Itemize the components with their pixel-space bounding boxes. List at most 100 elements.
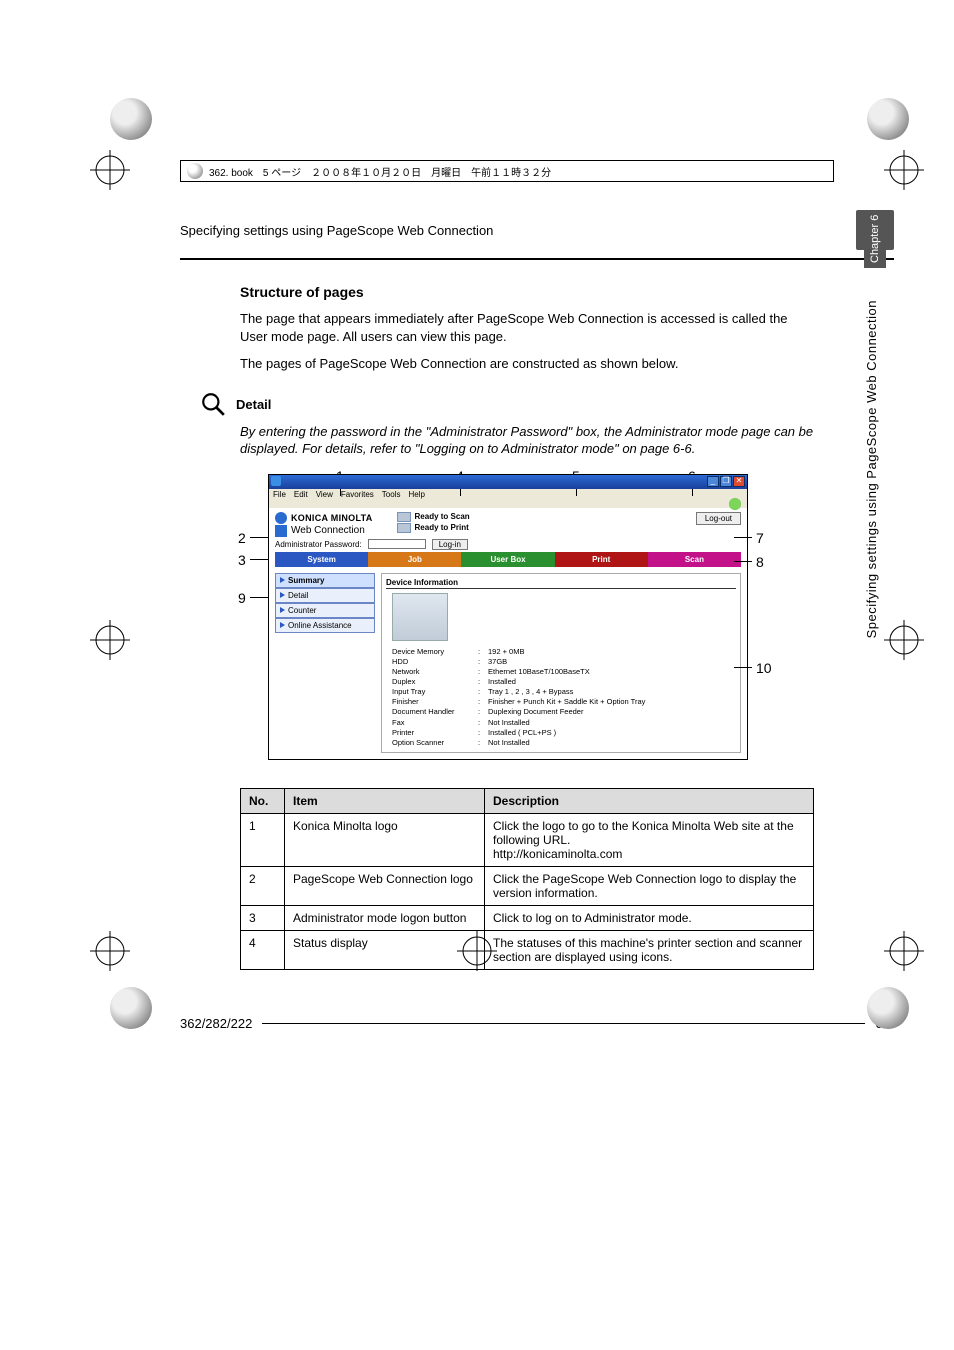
spec-sep: : xyxy=(478,687,488,697)
menu-item[interactable]: File xyxy=(273,490,286,499)
spec-key: Finisher xyxy=(392,697,478,707)
menu-item[interactable]: Tools xyxy=(382,490,401,499)
spec-value: Ethernet 10BaseT/100BaseTX xyxy=(488,667,590,677)
side-item-summary[interactable]: Summary xyxy=(275,573,375,588)
minimize-button[interactable]: _ xyxy=(707,476,719,487)
device-image xyxy=(392,593,448,641)
callout-leader xyxy=(734,561,752,562)
register-mark-icon xyxy=(884,931,924,971)
km-globe-icon xyxy=(275,512,287,524)
admin-password-input[interactable] xyxy=(368,539,426,549)
spec-key: Duplex xyxy=(392,677,478,687)
menu-item[interactable]: View xyxy=(316,490,333,499)
konica-minolta-logo[interactable]: KONICA MINOLTA xyxy=(275,512,373,524)
detail-body: By entering the password in the "Adminis… xyxy=(240,423,814,458)
tab-scan[interactable]: Scan xyxy=(648,552,741,567)
spec-sep: : xyxy=(478,707,488,717)
status-display: Ready to Scan Ready to Print xyxy=(397,512,470,533)
side-item-label: Detail xyxy=(288,591,308,600)
menu-item[interactable]: Help xyxy=(408,490,424,499)
menu-item[interactable]: Edit xyxy=(294,490,308,499)
callout-number: 3 xyxy=(238,552,246,568)
col-item: Item xyxy=(285,788,485,813)
side-item-label: Summary xyxy=(288,576,324,585)
print-gem-icon xyxy=(867,98,909,140)
book-meta-bar: 362. book 5 ページ ２００８年１０月２０日 月曜日 午前１１時３２分 xyxy=(180,160,834,182)
tab-system[interactable]: System xyxy=(275,552,368,567)
spec-row: Network:Ethernet 10BaseT/100BaseTX xyxy=(392,667,736,677)
spec-key: Device Memory xyxy=(392,647,478,657)
callout-number: 2 xyxy=(238,530,246,546)
pagescope-icon xyxy=(275,525,287,537)
go-icon[interactable] xyxy=(729,498,741,510)
maximize-button[interactable]: ❐ xyxy=(720,476,732,487)
scanner-icon xyxy=(397,512,411,522)
close-button[interactable]: ✕ xyxy=(733,476,745,487)
triangle-icon xyxy=(280,592,285,598)
cell-no: 3 xyxy=(241,905,285,930)
cell-desc: The statuses of this machine's printer s… xyxy=(485,930,814,969)
spec-row: Fax:Not Installed xyxy=(392,718,736,728)
callout-number: 10 xyxy=(756,660,772,676)
logout-button[interactable]: Log-out xyxy=(696,512,741,525)
gem-icon xyxy=(187,163,203,179)
spec-row: Device Memory:192 + 0MB xyxy=(392,647,736,657)
callout-leader xyxy=(250,537,268,538)
register-mark-icon xyxy=(884,150,924,190)
cell-desc: Click the logo to go to the Konica Minol… xyxy=(485,813,814,866)
book-meta-text: 362. book 5 ページ ２００８年１０月２０日 月曜日 午前１１時３２分 xyxy=(209,164,551,179)
spec-row: Finisher:Finisher + Punch Kit + Saddle K… xyxy=(392,697,736,707)
spec-key: Network xyxy=(392,667,478,677)
tab-job[interactable]: Job xyxy=(368,552,461,567)
spec-key: Document Handler xyxy=(392,707,478,717)
side-item-detail[interactable]: Detail xyxy=(275,588,375,603)
spec-sep: : xyxy=(478,728,488,738)
spec-key: Printer xyxy=(392,728,478,738)
side-item-counter[interactable]: Counter xyxy=(275,603,375,618)
spec-key: Option Scanner xyxy=(392,738,478,748)
triangle-icon xyxy=(280,622,285,628)
panel-title: Device Information xyxy=(386,578,736,589)
tab-print[interactable]: Print xyxy=(555,552,648,567)
side-item-online-assistance[interactable]: Online Assistance xyxy=(275,618,375,633)
cell-no: 1 xyxy=(241,813,285,866)
browser-window: _ ❐ ✕ File Edit View Favorites Tools Hel… xyxy=(268,474,748,760)
register-mark-icon xyxy=(884,620,924,660)
running-head: Specifying settings using PageScope Web … xyxy=(180,223,844,238)
spec-row: Printer:Installed ( PCL+PS ) xyxy=(392,728,736,738)
status-scan-text: Ready to Scan xyxy=(415,512,470,521)
spec-value: Installed ( PCL+PS ) xyxy=(488,728,556,738)
spec-sep: : xyxy=(478,718,488,728)
col-no: No. xyxy=(241,788,285,813)
callout-leader xyxy=(734,667,752,668)
spec-value: Not Installed xyxy=(488,718,530,728)
spec-sep: : xyxy=(478,697,488,707)
cell-desc: Click the PageScope Web Connection logo … xyxy=(485,866,814,905)
register-mark-icon xyxy=(457,931,497,971)
login-button[interactable]: Log-in xyxy=(432,539,468,550)
window-titlebar: _ ❐ ✕ xyxy=(269,475,747,489)
spec-value: 37GB xyxy=(488,657,507,667)
pagescope-logo[interactable]: Web Connection xyxy=(275,525,373,537)
footer-rule xyxy=(262,1023,865,1024)
browser-toolbar xyxy=(269,500,747,508)
paragraph: The pages of PageScope Web Connection ar… xyxy=(240,355,814,373)
cell-item: Status display xyxy=(285,930,485,969)
cell-no: 4 xyxy=(241,930,285,969)
menu-item[interactable]: Favorites xyxy=(341,490,374,499)
spec-row: Input Tray:Tray 1 , 2 , 3 , 4 + Bypass xyxy=(392,687,736,697)
admin-password-label: Administrator Password: xyxy=(275,540,362,549)
register-mark-icon xyxy=(90,150,130,190)
cell-desc: Click to log on to Administrator mode. xyxy=(485,905,814,930)
cell-item: Administrator mode logon button xyxy=(285,905,485,930)
spec-row: Document Handler:Duplexing Document Feed… xyxy=(392,707,736,717)
chapter-side-tab: Chapter 6 xyxy=(864,210,886,268)
print-gem-icon xyxy=(867,987,909,1029)
side-item-label: Online Assistance xyxy=(288,621,352,630)
spec-row: Option Scanner:Not Installed xyxy=(392,738,736,748)
paragraph: The page that appears immediately after … xyxy=(240,310,814,345)
spec-value: Finisher + Punch Kit + Saddle Kit + Opti… xyxy=(488,697,645,707)
col-desc: Description xyxy=(485,788,814,813)
spec-value: Duplexing Document Feeder xyxy=(488,707,583,717)
tab-userbox[interactable]: User Box xyxy=(461,552,554,567)
